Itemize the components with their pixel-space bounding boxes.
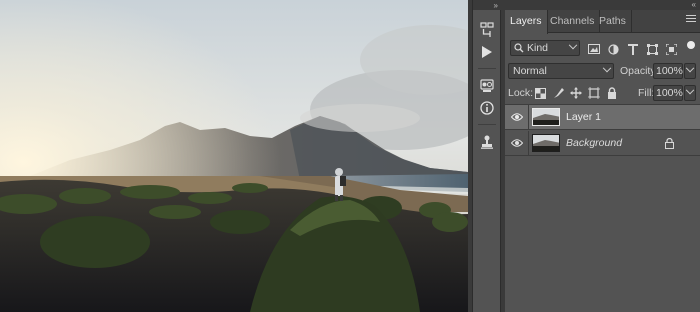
lock-position-icon[interactable]: [570, 87, 582, 99]
stamp-icon[interactable]: [473, 130, 501, 154]
visibility-eye-icon[interactable]: [510, 112, 524, 122]
layer-name[interactable]: Background: [566, 137, 622, 149]
blend-row: Normal Opacity: 100%: [505, 62, 700, 80]
filter-toggle-icon[interactable]: [687, 41, 695, 49]
chevron-down-icon: [602, 63, 612, 73]
opacity-input[interactable]: 100%: [653, 63, 683, 79]
layer-row-layer-1[interactable]: Layer 1: [505, 105, 700, 130]
color-swatch-icon[interactable]: [473, 74, 501, 98]
filter-adjustment-icon[interactable]: [607, 43, 619, 55]
lock-label: Lock:: [508, 87, 534, 99]
blend-mode-select[interactable]: Normal: [508, 63, 614, 79]
filter-kind-label: Kind: [527, 42, 549, 54]
play-actions-icon[interactable]: [473, 40, 501, 64]
fill-label: Fill:: [638, 87, 655, 99]
fill-input[interactable]: 100%: [653, 85, 683, 101]
layer-name[interactable]: Layer 1: [566, 111, 601, 123]
chevron-down-icon: [685, 63, 695, 73]
layer-thumbnail[interactable]: [532, 134, 560, 152]
collapse-icon: »: [493, 0, 498, 10]
tab-channels[interactable]: Channels: [545, 10, 601, 33]
panel-menu-icon[interactable]: [686, 15, 696, 25]
lock-row: Lock: Fill: 100%: [505, 84, 700, 102]
dock-collapse-button[interactable]: »: [473, 0, 501, 10]
layers-panel: « Layers Channels Paths Kind Normal Opac…: [505, 0, 700, 312]
lock-image-pixels-icon[interactable]: [553, 87, 565, 99]
lock-all-icon[interactable]: [606, 87, 618, 99]
panel-tab-bar: Layers Channels Paths: [505, 10, 700, 34]
dock-divider: [478, 68, 496, 69]
blend-mode-value: Normal: [513, 65, 547, 77]
collapse-icon: «: [691, 0, 696, 9]
filter-pixel-icon[interactable]: [588, 43, 600, 55]
panel-collapse-button[interactable]: «: [505, 0, 700, 10]
history-icon[interactable]: [473, 18, 501, 42]
dock-divider: [478, 124, 496, 125]
lock-artboard-icon[interactable]: [588, 87, 600, 99]
tab-paths[interactable]: Paths: [594, 10, 632, 33]
row-divider: [528, 131, 529, 156]
visibility-eye-icon[interactable]: [510, 138, 524, 148]
layer-filter-row: Kind: [505, 38, 700, 58]
fill-dropdown[interactable]: [684, 85, 696, 101]
document-canvas[interactable]: [0, 0, 468, 312]
lock-icon: [665, 137, 674, 152]
filter-kind-select[interactable]: Kind: [510, 40, 580, 56]
lock-transparent-pixels-icon[interactable]: [534, 87, 546, 99]
filter-type-icon[interactable]: [627, 43, 639, 55]
opacity-value: 100%: [656, 65, 683, 77]
row-divider: [528, 105, 529, 130]
panel-dock: »: [472, 0, 501, 312]
layer-thumbnail[interactable]: [532, 108, 560, 126]
chevron-down-icon: [685, 85, 695, 95]
chevron-down-icon: [568, 40, 578, 50]
search-icon: [514, 43, 524, 57]
landscape-photo: [0, 0, 468, 312]
info-icon[interactable]: [473, 96, 501, 120]
fill-value: 100%: [656, 87, 683, 99]
layer-row-background[interactable]: Background: [505, 131, 700, 156]
tab-layers[interactable]: Layers: [505, 10, 548, 34]
opacity-dropdown[interactable]: [684, 63, 696, 79]
filter-smart-object-icon[interactable]: [665, 43, 677, 55]
filter-shape-icon[interactable]: [646, 43, 658, 55]
